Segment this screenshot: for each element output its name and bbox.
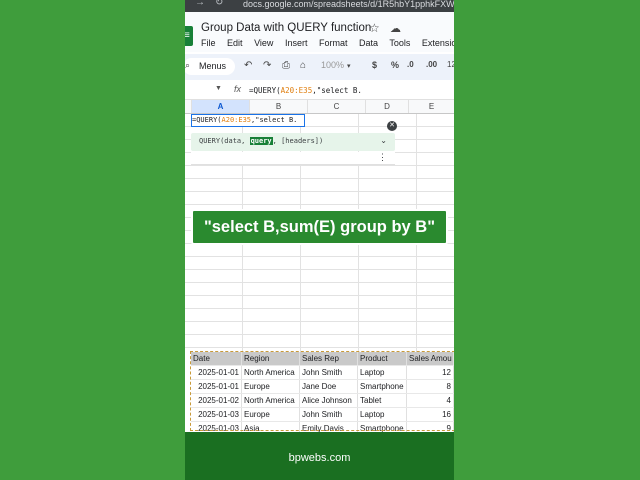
formula-bar[interactable]: ▼ fx =QUERY(A20:E35,"select B. xyxy=(185,83,454,100)
menu-data[interactable]: Data xyxy=(359,38,378,48)
table-row: 2025-01-01 North America John Smith Lapt… xyxy=(191,366,454,380)
table-cell[interactable]: North America xyxy=(242,394,300,407)
function-signature: QUERY(data, query, [headers]) xyxy=(199,137,324,145)
table-cell[interactable]: Smartphone xyxy=(358,380,407,393)
close-icon[interactable]: ✕ xyxy=(387,121,397,131)
menu-insert[interactable]: Insert xyxy=(285,38,308,48)
table-cell[interactable]: 4 xyxy=(407,394,454,407)
column-header-c[interactable]: C xyxy=(308,100,366,113)
menu-format[interactable]: Format xyxy=(319,38,348,48)
fx-icon: fx xyxy=(234,84,242,94)
table-cell[interactable]: 16 xyxy=(407,408,454,421)
table-cell[interactable]: John Smith xyxy=(300,408,358,421)
footer-watermark: bpwebs.com xyxy=(185,432,454,480)
menu-view[interactable]: View xyxy=(254,38,273,48)
table-header[interactable]: Region xyxy=(242,352,300,365)
table-cell[interactable]: 2025-01-01 xyxy=(191,380,242,393)
sheets-header: ≡ Group Data with QUERY function ☆ ☁ Fil… xyxy=(185,12,454,52)
currency-button[interactable]: $ xyxy=(372,60,377,70)
table-cell[interactable]: Laptop xyxy=(358,408,407,421)
url-text[interactable]: docs.google.com/spreadsheets/d/1R5hbY1pp… xyxy=(243,0,454,9)
reload-icon[interactable]: ↻ xyxy=(215,0,223,8)
corner-cell[interactable] xyxy=(185,100,192,113)
cloud-status-icon[interactable]: ☁ xyxy=(390,22,401,35)
background-left xyxy=(0,0,185,480)
table-cell[interactable]: 12 xyxy=(407,366,454,379)
table-header[interactable]: Sales Amou xyxy=(407,352,454,365)
menu-tools[interactable]: Tools xyxy=(389,38,410,48)
table-row: 2025-01-02 North America Alice Johnson T… xyxy=(191,394,454,408)
table-cell[interactable]: 2025-01-01 xyxy=(191,366,242,379)
table-row: 2025-01-03 Europe John Smith Laptop 16 xyxy=(191,408,454,422)
zoom-select[interactable]: 100% xyxy=(321,60,344,70)
table-cell[interactable]: North America xyxy=(242,366,300,379)
table-header-row: Date Region Sales Rep Product Sales Amou xyxy=(191,352,454,366)
print-icon[interactable]: ⎙ xyxy=(282,60,290,71)
table-header[interactable]: Date xyxy=(191,352,242,365)
menu-bar: File Edit View Insert Format Data Tools … xyxy=(201,38,454,48)
table-row: 2025-01-01 Europe Jane Doe Smartphone 8 xyxy=(191,380,454,394)
column-headers: A B C D E xyxy=(185,100,454,114)
table-cell[interactable]: Europe xyxy=(242,408,300,421)
document-title[interactable]: Group Data with QUERY function xyxy=(201,22,371,34)
table-cell[interactable]: Europe xyxy=(242,380,300,393)
toolbar: ⌕ Menus ↶ ↷ ⎙ ⌂ 100% ▾ $ % .0 .00 12 xyxy=(185,54,454,80)
forward-icon[interactable]: → xyxy=(195,0,205,8)
menu-extensions[interactable]: Extensions xyxy=(422,38,454,48)
undo-icon[interactable]: ↶ xyxy=(244,60,252,71)
table-cell[interactable]: Jane Doe xyxy=(300,380,358,393)
data-table: Date Region Sales Rep Product Sales Amou… xyxy=(191,352,454,436)
table-cell[interactable]: Tablet xyxy=(358,394,407,407)
menu-file[interactable]: File xyxy=(201,38,216,48)
star-icon[interactable]: ☆ xyxy=(369,21,380,35)
table-cell[interactable]: 8 xyxy=(407,380,454,393)
table-header[interactable]: Sales Rep xyxy=(300,352,358,365)
background-right xyxy=(454,0,640,480)
redo-icon[interactable]: ↷ xyxy=(263,60,271,71)
active-cell-editor[interactable]: =QUERY(A20:E35,"select B. xyxy=(191,114,305,127)
table-cell[interactable]: 2025-01-03 xyxy=(191,408,242,421)
query-caption-overlay: "select B,sum(E) group by B" xyxy=(191,209,448,245)
table-header[interactable]: Product xyxy=(358,352,407,365)
formula-text[interactable]: =QUERY(A20:E35,"select B. xyxy=(249,86,362,95)
column-header-a[interactable]: A xyxy=(192,100,250,113)
chevron-down-icon[interactable]: ⌄ xyxy=(380,136,387,145)
table-cell[interactable]: Laptop xyxy=(358,366,407,379)
column-header-b[interactable]: B xyxy=(250,100,308,113)
increase-decimal-button[interactable]: .00 xyxy=(426,60,437,69)
paint-format-icon[interactable]: ⌂ xyxy=(300,60,306,71)
more-formats-button[interactable]: 12 xyxy=(447,60,454,69)
name-box-chevron-icon[interactable]: ▼ xyxy=(215,85,222,92)
function-hint-box[interactable]: QUERY(data, query, [headers]) ⌄ xyxy=(191,133,395,151)
column-header-d[interactable]: D xyxy=(366,100,409,113)
more-options-icon[interactable]: ⋮ xyxy=(378,152,387,163)
table-cell[interactable]: Alice Johnson xyxy=(300,394,358,407)
table-cell[interactable]: John Smith xyxy=(300,366,358,379)
function-hint-options: ⋮ xyxy=(191,152,395,165)
percent-button[interactable]: % xyxy=(391,60,399,70)
phone-screen: → ↻ docs.google.com/spreadsheets/d/1R5hb… xyxy=(185,0,454,480)
browser-url-bar[interactable]: → ↻ docs.google.com/spreadsheets/d/1R5hb… xyxy=(185,0,454,12)
search-icon: ⌕ xyxy=(185,60,191,70)
table-cell[interactable]: 2025-01-02 xyxy=(191,394,242,407)
sheets-logo-icon[interactable]: ≡ xyxy=(185,26,193,46)
zoom-chevron-icon[interactable]: ▾ xyxy=(347,62,351,70)
decrease-decimal-button[interactable]: .0 xyxy=(407,60,414,69)
column-header-e[interactable]: E xyxy=(409,100,454,113)
menus-search-button[interactable]: ⌕ Menus xyxy=(185,58,235,75)
menu-edit[interactable]: Edit xyxy=(227,38,243,48)
